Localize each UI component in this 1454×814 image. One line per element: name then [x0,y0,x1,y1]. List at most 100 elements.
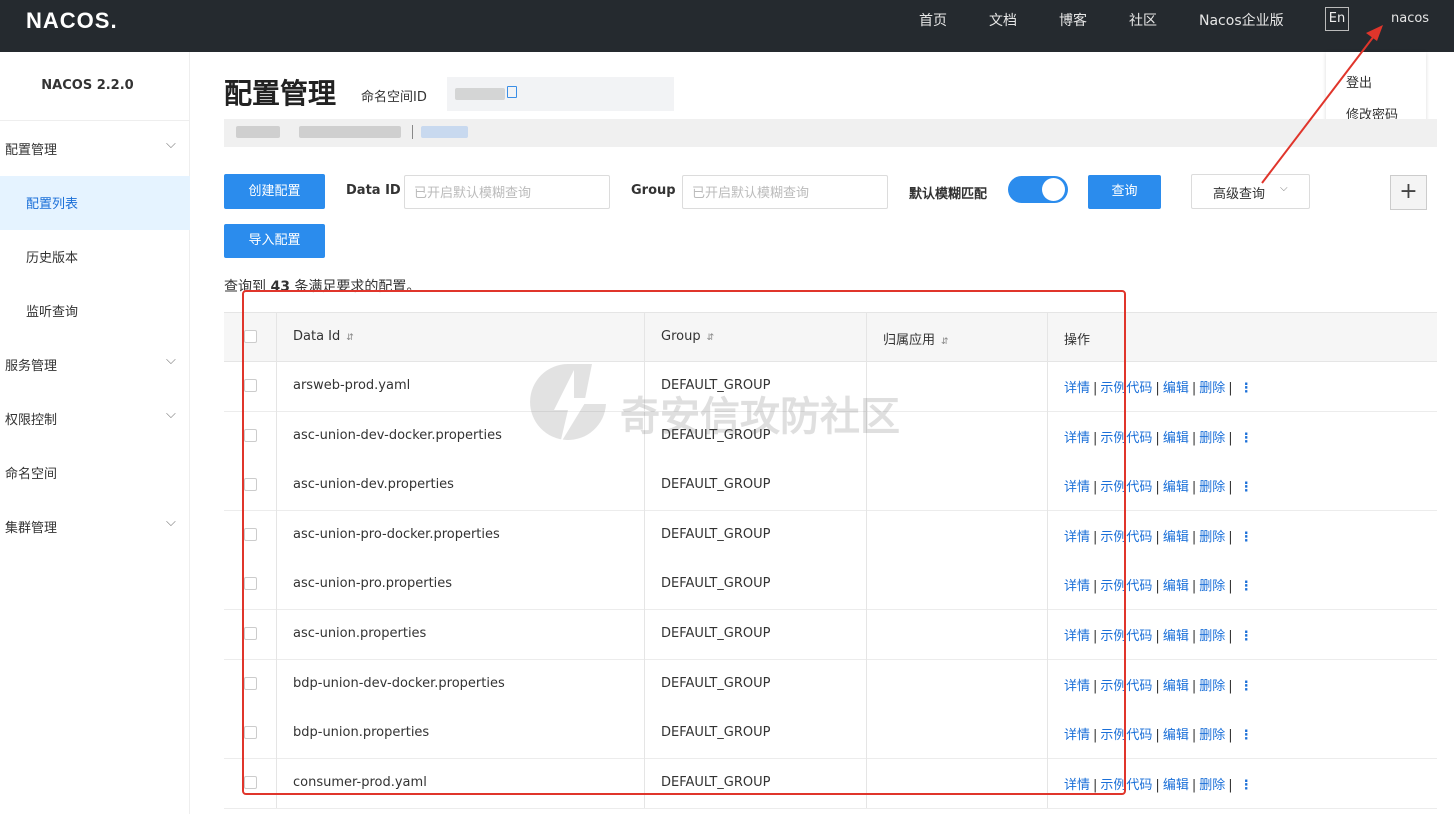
row-checkbox[interactable] [244,478,257,492]
sample-code-link[interactable]: 示例代码 [1100,431,1152,446]
logout-menu-item[interactable]: 登出 [1346,72,1372,91]
import-config-button[interactable]: 导入配置 [224,224,325,258]
sample-code-link[interactable]: 示例代码 [1100,728,1152,743]
row-checkbox[interactable] [244,379,257,392]
create-config-button[interactable]: 创建配置 [224,174,325,209]
delete-link[interactable]: 删除 [1199,381,1225,396]
sample-code-link[interactable]: 示例代码 [1100,629,1152,644]
chevron-down-icon: ⌵ [1280,183,1288,194]
nacos-logo[interactable]: NACOS. [26,8,118,34]
delete-link[interactable]: 删除 [1199,530,1225,545]
nav-docs[interactable]: 文档 [989,10,1017,30]
more-options-icon[interactable]: ⋮ [1240,629,1253,644]
sidebar-item-permission-control[interactable]: 权限控制 ⌵ [0,392,190,446]
edit-link[interactable]: 编辑 [1163,480,1189,495]
fuzzy-match-toggle[interactable] [1008,176,1068,203]
result-summary: 查询到 43 条满足要求的配置。 [224,276,420,296]
more-options-icon[interactable]: ⋮ [1240,728,1253,743]
namespace-tab-redacted[interactable] [421,126,468,138]
add-button[interactable]: + [1390,175,1427,210]
edit-link[interactable]: 编辑 [1163,679,1189,694]
edit-link[interactable]: 编辑 [1163,530,1189,545]
advanced-query-label: 高级查询 [1213,187,1266,202]
detail-link[interactable]: 详情 [1064,778,1090,793]
detail-link[interactable]: 详情 [1064,629,1090,644]
delete-link[interactable]: 删除 [1199,679,1225,694]
detail-link[interactable]: 详情 [1064,579,1090,594]
sidebar-item-namespace[interactable]: 命名空间 [0,446,190,500]
group-input[interactable] [682,175,888,209]
sample-code-link[interactable]: 示例代码 [1100,480,1152,495]
edit-link[interactable]: 编辑 [1163,431,1189,446]
sidebar-item-cluster-management[interactable]: 集群管理 ⌵ [0,500,190,554]
sample-code-link[interactable]: 示例代码 [1100,381,1152,396]
row-actions: 详情 | 示例代码 | 编辑 | 删除 | ⋮ [1064,777,1253,793]
column-header-group[interactable]: Group ⇵ [661,329,714,344]
cell-group: DEFAULT_GROUP [661,427,771,443]
row-checkbox[interactable] [244,428,257,442]
sidebar-item-listener-query[interactable]: 监听查询 [0,284,190,338]
delete-link[interactable]: 删除 [1199,480,1225,495]
sidebar-item-label: 配置列表 [26,197,79,212]
detail-link[interactable]: 详情 [1064,530,1090,545]
sidebar-item-service-management[interactable]: 服务管理 ⌵ [0,338,190,392]
sample-code-link[interactable]: 示例代码 [1100,679,1152,694]
more-options-icon[interactable]: ⋮ [1240,530,1253,545]
nav-home[interactable]: 首页 [919,10,947,30]
column-header-data-id[interactable]: Data Id ⇵ [293,329,354,344]
delete-link[interactable]: 删除 [1199,778,1225,793]
namespace-tab-redacted[interactable] [299,126,401,138]
language-toggle-button[interactable]: En [1325,7,1349,31]
delete-link[interactable]: 删除 [1199,728,1225,743]
version-label: NACOS 2.2.0 [41,78,134,93]
edit-link[interactable]: 编辑 [1163,381,1189,396]
chevron-down-icon: ⌵ [166,515,176,530]
more-options-icon[interactable]: ⋮ [1240,381,1253,396]
nav-community[interactable]: 社区 [1129,10,1157,30]
edit-link[interactable]: 编辑 [1163,579,1189,594]
edit-link[interactable]: 编辑 [1163,778,1189,793]
sidebar-item-config-list[interactable]: 配置列表 [0,176,190,230]
nav-enterprise[interactable]: Nacos企业版 [1199,10,1284,30]
namespace-id-field [447,77,674,111]
delete-link[interactable]: 删除 [1199,431,1225,446]
more-options-icon[interactable]: ⋮ [1240,679,1253,694]
cell-data-id: asc-union.properties [293,626,427,641]
row-checkbox[interactable] [244,527,257,541]
edit-link[interactable]: 编辑 [1163,629,1189,644]
namespace-tabs [224,119,1437,147]
namespace-tab-redacted[interactable] [236,126,280,138]
delete-link[interactable]: 删除 [1199,579,1225,594]
select-all-checkbox[interactable] [244,330,257,343]
column-header-app[interactable]: 归属应用 ⇵ [883,329,949,348]
row-checkbox[interactable] [244,577,257,591]
row-checkbox[interactable] [244,726,257,740]
query-button[interactable]: 查询 [1088,175,1161,209]
more-options-icon[interactable]: ⋮ [1240,778,1253,793]
row-checkbox[interactable] [244,676,257,690]
nav-blog[interactable]: 博客 [1059,10,1087,30]
row-checkbox[interactable] [244,775,257,789]
detail-link[interactable]: 详情 [1064,381,1090,396]
delete-link[interactable]: 删除 [1199,629,1225,644]
more-options-icon[interactable]: ⋮ [1240,579,1253,594]
sample-code-link[interactable]: 示例代码 [1100,579,1152,594]
detail-link[interactable]: 详情 [1064,728,1090,743]
detail-link[interactable]: 详情 [1064,431,1090,446]
detail-link[interactable]: 详情 [1064,679,1090,694]
copy-icon[interactable] [507,86,517,98]
row-checkbox[interactable] [244,627,257,640]
sidebar-item-history[interactable]: 历史版本 [0,230,190,284]
table-row: consumer-prod.yaml DEFAULT_GROUP 详情 | 示例代码 | 编… [224,758,1437,809]
more-options-icon[interactable]: ⋮ [1240,431,1253,446]
user-menu-trigger[interactable]: nacos [1391,11,1429,26]
sidebar-item-config-management[interactable]: 配置管理 ⌵ [0,122,190,176]
advanced-query-button[interactable]: 高级查询 ⌵ [1191,174,1310,209]
edit-link[interactable]: 编辑 [1163,728,1189,743]
sample-code-link[interactable]: 示例代码 [1100,530,1152,545]
data-id-input[interactable] [404,175,610,209]
more-options-icon[interactable]: ⋮ [1240,480,1253,495]
cell-group: DEFAULT_GROUP [661,675,771,691]
detail-link[interactable]: 详情 [1064,480,1090,495]
sample-code-link[interactable]: 示例代码 [1100,778,1152,793]
